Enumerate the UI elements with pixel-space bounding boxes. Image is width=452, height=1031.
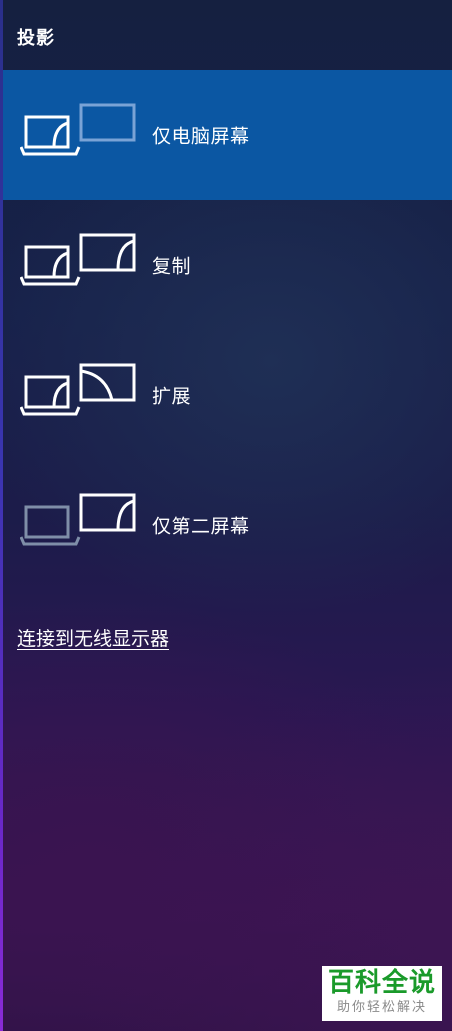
watermark-sub-text: 助你轻松解决 xyxy=(336,1000,427,1015)
watermark-main-text: 百科全说 xyxy=(327,968,436,998)
watermark-logo: 百科全说 助你轻松解决 xyxy=(322,966,442,1021)
option-pc-screen-only[interactable]: 仅电脑屏幕 xyxy=(3,70,452,200)
option-second-screen-only[interactable]: 仅第二屏幕 xyxy=(3,460,452,590)
pc-screen-only-icon xyxy=(20,103,136,156)
option-label: 复制 xyxy=(152,255,192,278)
option-extend[interactable]: 扩展 xyxy=(3,330,452,460)
panel-title: 投影 xyxy=(17,28,55,49)
duplicate-icon xyxy=(20,233,136,286)
option-duplicate[interactable]: 复制 xyxy=(3,200,452,330)
second-screen-only-icon xyxy=(20,493,136,546)
option-label: 仅电脑屏幕 xyxy=(152,125,250,148)
option-label: 仅第二屏幕 xyxy=(152,515,250,538)
option-label: 扩展 xyxy=(152,385,192,408)
connect-wireless-display-link[interactable]: 连接到无线显示器 xyxy=(17,624,169,651)
extend-icon xyxy=(20,363,136,416)
